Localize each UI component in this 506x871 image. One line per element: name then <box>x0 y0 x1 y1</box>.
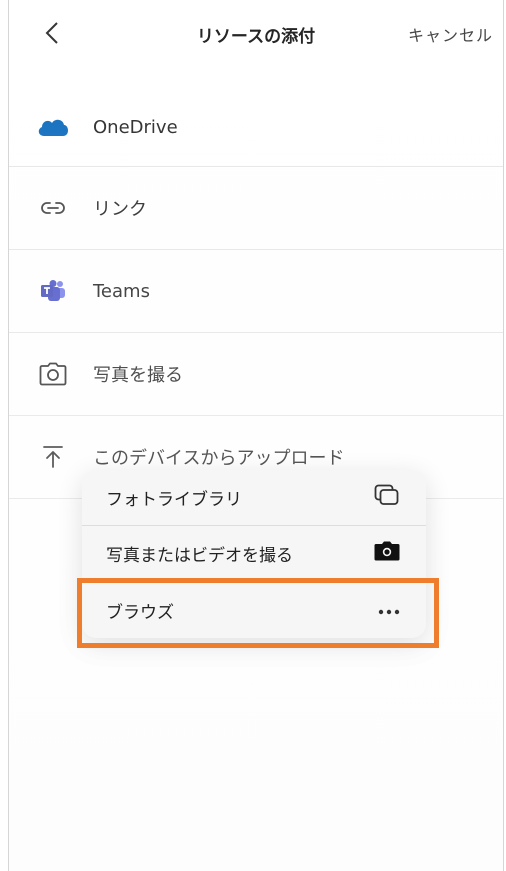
menu-item-label: ブラウズ <box>106 602 174 623</box>
attach-resource-sheet: リソースの添付 キャンセル OneDrive リンク Teams 写真を撮る こ… <box>8 0 504 871</box>
teams-icon <box>35 277 71 305</box>
option-label: OneDrive <box>93 116 178 138</box>
option-label: リンク <box>93 199 147 220</box>
more-icon <box>378 600 400 620</box>
menu-item-photo-library[interactable]: フォトライブラリ <box>82 470 426 526</box>
option-link[interactable]: リンク <box>9 167 503 250</box>
link-icon <box>35 194 71 222</box>
camera-filled-icon <box>374 541 400 566</box>
option-label: Teams <box>93 280 150 302</box>
option-take-photo[interactable]: 写真を撮る <box>9 333 503 416</box>
menu-item-label: フォトライブラリ <box>106 490 242 510</box>
attach-options-list: OneDrive リンク Teams 写真を撮る このデバイスからアップロード <box>9 88 503 499</box>
photo-library-icon <box>374 484 400 511</box>
camera-icon <box>35 360 71 388</box>
menu-item-browse[interactable]: ブラウズ <box>82 582 426 638</box>
upload-context-menu: フォトライブラリ 写真またはビデオを撮る ブラウズ <box>82 470 426 638</box>
option-teams[interactable]: Teams <box>9 250 503 333</box>
cancel-button[interactable]: キャンセル <box>408 22 493 46</box>
option-label: このデバイスからアップロード <box>93 448 345 469</box>
upload-icon <box>35 443 71 471</box>
onedrive-icon <box>35 113 71 141</box>
option-label: 写真を撮る <box>93 365 183 386</box>
menu-item-label: 写真またはビデオを撮る <box>106 546 293 566</box>
option-onedrive[interactable]: OneDrive <box>9 88 503 167</box>
menu-item-take-photo-or-video[interactable]: 写真またはビデオを撮る <box>82 526 426 582</box>
header: リソースの添付 キャンセル <box>9 0 503 70</box>
